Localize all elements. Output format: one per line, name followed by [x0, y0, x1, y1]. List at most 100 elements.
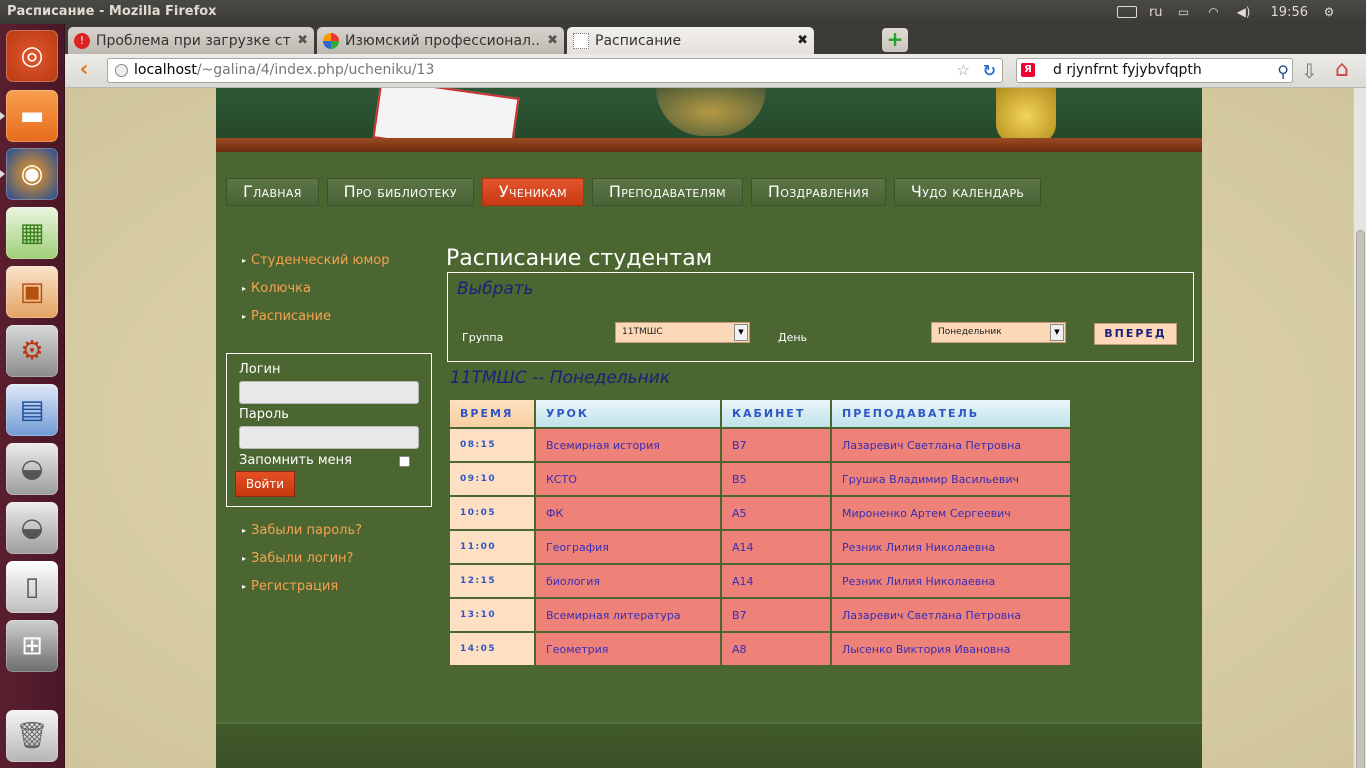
sidebar-link-humor[interactable]: ▸ Студенческий юмор [242, 254, 390, 282]
chevron-down-icon[interactable]: ▼ [1050, 324, 1064, 341]
scrollbar-thumb[interactable] [1356, 230, 1365, 768]
link-text: Студенческий юмор [251, 253, 390, 268]
cell-room: B5 [722, 463, 830, 495]
reload-icon[interactable]: ↻ [983, 59, 996, 82]
table-row: 09:10 КСТО B5 Грушка Владимир Васильевич [450, 463, 1070, 495]
disk-drive-icon-2[interactable]: ◒ [6, 502, 58, 554]
page-scrollbar[interactable] [1353, 88, 1366, 768]
cell-room: A14 [722, 565, 830, 597]
indicator-area: ru ▭ ◠ ◀) 19:56 ⚙ [1116, 0, 1366, 24]
bullet-icon: ▸ [242, 284, 247, 293]
search-bar[interactable]: Я d rjynfrnt fyjybvfqpth ⚲ [1016, 58, 1293, 83]
table-row: 11:00 География A14 Резник Лилия Николае… [450, 531, 1070, 563]
url-bar[interactable]: localhost/~galina/4/index.php/ucheniku/1… [107, 58, 1003, 83]
menu-item-teachers[interactable]: Преподавателям [591, 178, 743, 206]
menu-item-greetings[interactable]: Поздравления [750, 178, 886, 206]
bullet-icon: ▸ [242, 256, 247, 265]
back-arrow-icon[interactable]: ‹ [71, 58, 97, 84]
navigation-bar: ‹ localhost/~galina/4/index.php/ucheniku… [65, 54, 1366, 88]
power-gear-icon[interactable]: ⚙ [1320, 5, 1338, 19]
page-title: Расписание студентам [446, 246, 713, 271]
login-button[interactable]: Войти [235, 471, 295, 497]
cell-teacher: Лысенко Виктория Ивановна [832, 633, 1070, 665]
cell-lesson: География [536, 531, 720, 563]
firefox-icon[interactable]: ◉ [6, 148, 58, 200]
ubuntu-dash-icon[interactable]: ◎ [6, 30, 58, 82]
download-icon[interactable]: ⇩ [1301, 59, 1318, 83]
cell-time: 11:00 [450, 531, 534, 563]
keyboard-layout[interactable]: ru [1149, 5, 1163, 20]
sidebar-link-schedule[interactable]: ▸ Расписание [242, 310, 390, 338]
link-text: Регистрация [251, 579, 339, 594]
search-text: d rjynfrnt fyjybvfqpth [1053, 62, 1202, 78]
cell-room: A5 [722, 497, 830, 529]
remember-checkbox[interactable] [399, 456, 410, 467]
close-tab-icon[interactable]: ✖ [297, 33, 308, 48]
yandex-icon[interactable]: Я [1021, 63, 1035, 77]
table-row: 08:15 Всемирная история B7 Лазаревич Све… [450, 429, 1070, 461]
disk-drive-icon[interactable]: ◒ [6, 443, 58, 495]
bullet-icon: ▸ [242, 582, 247, 591]
workspace-switcher-icon[interactable]: ⊞ [6, 620, 58, 672]
battery-icon[interactable]: ▭ [1175, 5, 1193, 19]
tab-title: Проблема при загрузке ст... [96, 32, 292, 49]
running-indicator [0, 112, 5, 120]
libreoffice-calc-icon[interactable]: ▦ [6, 207, 58, 259]
day-value: Понедельник [938, 327, 1002, 337]
day-label: День [778, 331, 808, 344]
keyboard-icon[interactable] [1116, 6, 1137, 18]
running-indicator [0, 170, 5, 178]
search-icon[interactable]: ⚲ [1277, 60, 1289, 83]
wifi-icon[interactable]: ◠ [1205, 5, 1223, 19]
menu-item-students[interactable]: Ученикам [481, 178, 584, 206]
cell-lesson: Всемирная литература [536, 599, 720, 631]
menu-item-calendar[interactable]: Чудо календарь [893, 178, 1042, 206]
group-value: 11ТМШС [622, 327, 663, 337]
trophy-image [996, 88, 1056, 144]
clock[interactable]: 19:56 [1271, 5, 1308, 20]
cell-time: 08:15 [450, 429, 534, 461]
bullet-icon: ▸ [242, 312, 247, 321]
page-viewport: Главная Про библиотеку Ученикам Преподав… [65, 88, 1353, 768]
forgot-login-link[interactable]: ▸ Забыли логин? [242, 552, 362, 580]
usb-drive-icon[interactable]: ▯ [6, 561, 58, 613]
group-select[interactable]: 11ТМШС ▼ [615, 322, 750, 343]
new-tab-button[interactable]: + [882, 28, 908, 52]
window-title: Расписание - Mozilla Firefox [7, 4, 217, 19]
close-tab-icon[interactable]: ✖ [797, 33, 808, 48]
cell-lesson: КСТО [536, 463, 720, 495]
chevron-down-icon[interactable]: ▼ [734, 324, 748, 341]
trash-icon[interactable]: 🗑 [6, 710, 58, 762]
day-select[interactable]: Понедельник ▼ [931, 322, 1066, 343]
registration-link[interactable]: ▸ Регистрация [242, 580, 362, 608]
cell-lesson: биология [536, 565, 720, 597]
sidebar-link-kolyuchka[interactable]: ▸ Колючка [242, 282, 390, 310]
site-identity-icon[interactable] [115, 64, 128, 77]
files-folder-icon[interactable]: ▬ [6, 90, 58, 142]
header-banner [216, 88, 1202, 152]
tab-3-active[interactable]: Расписание ✖ [567, 27, 814, 54]
close-tab-icon[interactable]: ✖ [547, 33, 558, 48]
system-settings-icon[interactable]: ⚙ [6, 325, 58, 377]
menu-item-home[interactable]: Главная [226, 178, 319, 206]
cell-time: 09:10 [450, 463, 534, 495]
forward-button[interactable]: ВПЕРЕД [1094, 323, 1177, 345]
menu-item-about-library[interactable]: Про библиотеку [326, 178, 474, 206]
libreoffice-writer-icon[interactable]: ▤ [6, 384, 58, 436]
table-row: 14:05 Геометрия A8 Лысенко Виктория Иван… [450, 633, 1070, 665]
login-input[interactable] [239, 381, 419, 404]
header-room: КАБИНЕТ [722, 400, 830, 427]
cell-teacher: Лазаревич Светлана Петровна [832, 599, 1070, 631]
launcher: ◎ ▬ ◉ ▦ ▣ ⚙ ▤ ◒ ◒ ▯ ⊞ 🗑 [0, 24, 65, 768]
tab-bar: ! Проблема при загрузке ст... ✖ Изюмский… [65, 24, 1366, 54]
password-input[interactable] [239, 426, 419, 449]
forgot-password-link[interactable]: ▸ Забыли пароль? [242, 524, 362, 552]
volume-icon[interactable]: ◀) [1235, 5, 1253, 19]
bookmark-star-icon[interactable]: ☆ [957, 59, 970, 82]
schedule-table: ВРЕМЯ УРОК КАБИНЕТ ПРЕПОДАВАТЕЛЬ 08:15 В… [448, 398, 1072, 667]
tab-2[interactable]: Изюмский профессионал... ✖ [317, 27, 564, 54]
cell-time: 14:05 [450, 633, 534, 665]
tab-1[interactable]: ! Проблема при загрузке ст... ✖ [68, 27, 314, 54]
libreoffice-impress-icon[interactable]: ▣ [6, 266, 58, 318]
home-icon[interactable]: ⌂ [1335, 57, 1349, 82]
